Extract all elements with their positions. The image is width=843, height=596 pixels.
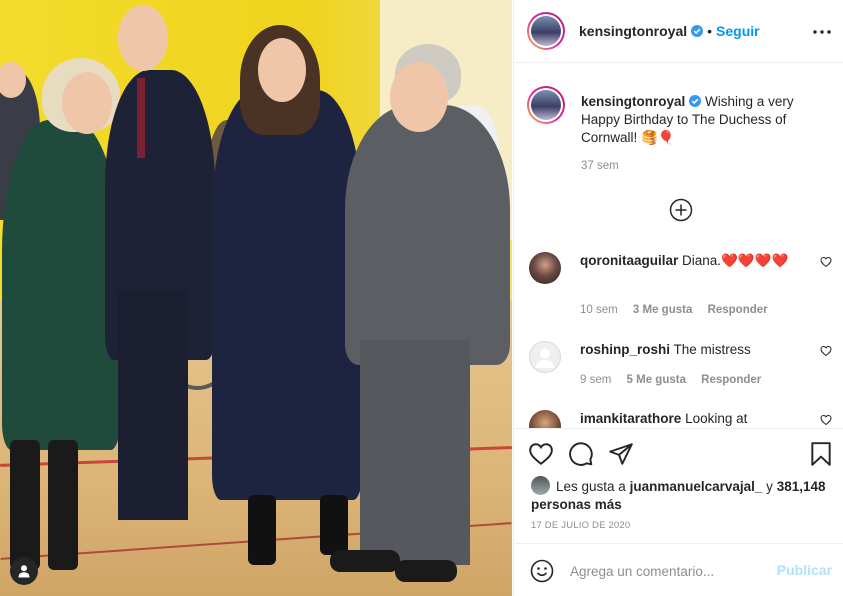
comment-item: roshinp_roshi The mistress 9 sem 5 Me gu…: [529, 341, 834, 391]
reply-button[interactable]: Responder: [701, 374, 761, 386]
photo-tie: [137, 78, 145, 158]
verified-badge-icon: [691, 25, 704, 37]
more-horizontal-icon: [813, 30, 831, 34]
comment-bubble-icon[interactable]: [568, 441, 594, 467]
post-header: kensingtonroyal • Seguir: [514, 0, 843, 63]
photo-head: [118, 5, 168, 71]
verified-badge-icon: [689, 95, 702, 107]
avatar-image: [531, 90, 561, 120]
liked-by-and: y: [766, 479, 773, 494]
photo-boot: [248, 495, 276, 565]
comment-text: roshinp_roshi The mistress: [580, 341, 800, 359]
comment-text: imankitarathore Looking at: [580, 410, 800, 428]
author-username[interactable]: kensingtonroyal: [579, 23, 687, 39]
comment-body: Looking at: [685, 411, 748, 426]
comment-input[interactable]: [570, 561, 770, 581]
like-comment-heart-icon[interactable]: [820, 414, 832, 426]
photo-shoe: [395, 560, 457, 582]
photo-figure-grey-suit: [345, 105, 510, 365]
avatar-frame: [529, 14, 563, 48]
photo-head: [62, 72, 112, 134]
load-more-comments-icon[interactable]: [669, 198, 693, 222]
photo-trousers: [360, 340, 470, 565]
like-comment-heart-icon[interactable]: [820, 345, 832, 357]
comment-meta: 9 sem 5 Me gusta Responder: [580, 374, 773, 386]
default-avatar-icon: [529, 341, 561, 373]
share-send-icon[interactable]: [608, 441, 634, 467]
comment-text: qoronitaaguilar Diana.❤️❤️❤️❤️: [580, 252, 800, 270]
post-photo[interactable]: [0, 0, 512, 596]
commenter-avatar[interactable]: [529, 341, 561, 373]
photo-figure-navy-dress: [212, 90, 362, 500]
commenter-username[interactable]: qoronitaaguilar: [580, 253, 678, 268]
bookmark-save-icon[interactable]: [808, 441, 834, 467]
comment-composer: Publicar: [514, 543, 843, 596]
separator-dot: •: [707, 23, 713, 39]
user-icon: [18, 565, 30, 578]
photo-head: [258, 38, 306, 102]
comment-meta: 10 sem 3 Me gusta Responder: [580, 304, 780, 316]
follow-button[interactable]: Seguir: [716, 23, 760, 39]
avatar-image: [531, 16, 561, 46]
reply-button[interactable]: Responder: [708, 304, 768, 316]
post-actions: Les gusta a juanmanuelcarvajal_ y 381,14…: [514, 428, 843, 544]
photo-figure-green-coat: [2, 120, 120, 450]
comment-item: qoronitaaguilar Diana.❤️❤️❤️❤️ 10 sem 3 …: [529, 252, 834, 322]
liked-by-username[interactable]: juanmanuelcarvajal_: [630, 479, 763, 494]
author-avatar[interactable]: [527, 12, 565, 50]
comment-timestamp[interactable]: 10 sem: [580, 304, 618, 316]
caption-author-avatar[interactable]: [527, 86, 565, 124]
liked-by-prefix: Les gusta a: [556, 479, 626, 494]
likes-summary: Les gusta a juanmanuelcarvajal_ y 381,14…: [531, 476, 831, 514]
photo-boot: [320, 495, 348, 555]
commenter-username[interactable]: roshinp_roshi: [580, 342, 670, 357]
liker-avatar[interactable]: [531, 476, 550, 495]
photo-boot: [48, 440, 78, 570]
avatar-frame: [529, 88, 563, 122]
emoji-smiley-icon[interactable]: [530, 559, 554, 583]
post-date[interactable]: 17 DE JULIO DE 2020: [531, 520, 630, 531]
comments-list[interactable]: kensingtonroyal Wishing a very Happy Bir…: [514, 64, 843, 428]
comment-item: imankitarathore Looking at: [529, 410, 834, 428]
more-options-button[interactable]: [812, 22, 832, 42]
comment-likes[interactable]: 5 Me gusta: [627, 374, 686, 386]
comment-likes[interactable]: 3 Me gusta: [633, 304, 692, 316]
commenter-avatar[interactable]: [529, 410, 561, 428]
caption-username[interactable]: kensingtonroyal: [581, 94, 685, 109]
like-heart-icon[interactable]: [528, 441, 554, 467]
commenter-avatar[interactable]: [529, 252, 561, 284]
like-comment-heart-icon[interactable]: [820, 256, 832, 268]
commenter-username[interactable]: imankitarathore: [580, 411, 681, 426]
post-side-panel: kensingtonroyal • Seguir kensingtonroyal…: [513, 0, 843, 596]
caption-text: kensingtonroyal Wishing a very Happy Bir…: [581, 93, 831, 147]
photo-head: [390, 62, 448, 132]
tagged-users-button[interactable]: [10, 557, 38, 585]
caption-timestamp[interactable]: 37 sem: [581, 160, 619, 172]
comment-body: Diana.❤️❤️❤️❤️: [682, 253, 789, 268]
publish-comment-button[interactable]: Publicar: [777, 562, 832, 578]
comment-timestamp[interactable]: 9 sem: [580, 374, 611, 386]
photo-shoe: [330, 550, 400, 572]
photo-boot: [10, 440, 40, 570]
photo-trousers: [118, 290, 188, 520]
comment-body: The mistress: [673, 342, 751, 357]
